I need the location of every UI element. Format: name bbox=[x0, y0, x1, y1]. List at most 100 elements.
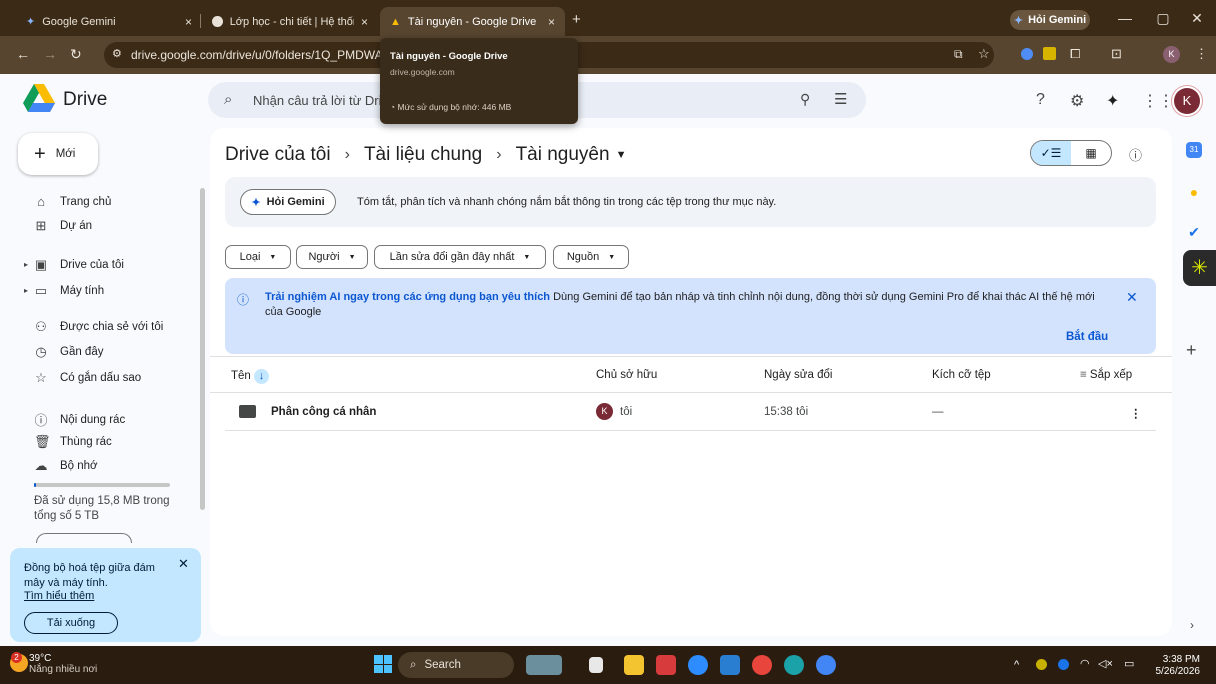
filter-type[interactable]: Loại ▼ bbox=[225, 245, 291, 269]
restore-button[interactable]: ▢ bbox=[1148, 8, 1178, 28]
tray-app-icon[interactable] bbox=[1036, 659, 1047, 670]
expand-arrow-icon[interactable]: ▸ bbox=[24, 286, 28, 295]
windows-start-icon[interactable] bbox=[374, 655, 392, 673]
sidebar-item-home[interactable]: ⌂ Trang chủ bbox=[34, 194, 111, 209]
close-icon[interactable]: × bbox=[185, 15, 192, 29]
sidebar-item-recent[interactable]: ◷ Gần đây bbox=[34, 344, 103, 360]
sidebar-item-starred[interactable]: ☆ Có gắn dấu sao bbox=[34, 370, 141, 386]
search-label: Search bbox=[424, 659, 461, 671]
tab-classroom[interactable]: Lớp học - chi tiết | Hệ thống d: × bbox=[202, 7, 378, 36]
file-name[interactable]: Phân công cá nhân bbox=[271, 406, 376, 418]
vscode-icon[interactable] bbox=[720, 655, 740, 675]
gemini-icon[interactable]: ✦ bbox=[1106, 91, 1119, 111]
get-started-button[interactable]: Bắt đầu bbox=[1066, 331, 1108, 343]
account-avatar[interactable]: K bbox=[1174, 88, 1200, 114]
grid-view-button[interactable]: ▦ bbox=[1071, 141, 1111, 165]
edge-icon[interactable] bbox=[784, 655, 804, 675]
close-window-button[interactable]: ✕ bbox=[1182, 8, 1212, 28]
column-modified[interactable]: Ngày sửa đổi bbox=[764, 369, 832, 381]
extension-icon[interactable] bbox=[1021, 48, 1033, 60]
task-view-icon[interactable] bbox=[589, 657, 603, 673]
tray-app-icon[interactable] bbox=[1058, 659, 1069, 670]
tab-gemini[interactable]: ✦ Google Gemini × bbox=[16, 7, 202, 36]
sidebar-scrollbar[interactable] bbox=[200, 188, 205, 510]
list-view-button[interactable]: ✓☰ bbox=[1031, 141, 1071, 165]
breadcrumb-shared-docs[interactable]: Tài liệu chung bbox=[364, 144, 482, 166]
column-name[interactable]: Tên ↓ bbox=[231, 369, 270, 384]
apps-grid-icon[interactable]: ⋮⋮ bbox=[1142, 91, 1174, 111]
download-button[interactable]: Tải xuống bbox=[24, 612, 118, 634]
sort-button[interactable]: ≡ Sắp xếp bbox=[1080, 369, 1132, 381]
wps-office-icon[interactable] bbox=[656, 655, 676, 675]
side-panel-icon[interactable]: ⊡ bbox=[1111, 46, 1122, 62]
expand-arrow-icon[interactable]: ▸ bbox=[24, 260, 28, 269]
close-icon[interactable]: ✕ bbox=[178, 556, 189, 572]
battery-icon[interactable]: ▭ bbox=[1124, 657, 1134, 670]
column-owner[interactable]: Chủ sở hữu bbox=[596, 369, 657, 381]
add-addon-plus-icon[interactable]: + bbox=[1186, 340, 1197, 361]
caret-down-icon[interactable]: ▼ bbox=[616, 149, 627, 161]
column-size[interactable]: Kích cỡ tệp bbox=[932, 369, 991, 381]
settings-gear-icon[interactable]: ⚙ bbox=[1070, 91, 1084, 111]
filter-modified[interactable]: Lần sửa đổi gần đây nhất ▼ bbox=[374, 245, 546, 269]
tasks-icon[interactable]: ✔ bbox=[1186, 224, 1202, 240]
file-explorer-icon[interactable] bbox=[624, 655, 644, 675]
reload-icon[interactable]: ↻ bbox=[70, 46, 82, 63]
site-settings-icon[interactable]: ⚙ bbox=[112, 47, 122, 60]
new-button[interactable]: + Mới bbox=[18, 133, 98, 175]
url-text[interactable]: drive.google.com/drive/u/0/folders/1Q_PM… bbox=[131, 48, 396, 62]
ai-search-icon[interactable]: ⌕ bbox=[224, 91, 232, 108]
close-icon[interactable]: ✕ bbox=[1126, 289, 1138, 306]
minimize-button[interactable]: — bbox=[1110, 8, 1140, 28]
profile-avatar[interactable]: K bbox=[1163, 46, 1180, 63]
filter-people[interactable]: Người ▼ bbox=[296, 245, 368, 269]
extensions-puzzle-icon[interactable]: ⧠ bbox=[1070, 46, 1080, 62]
search-filter-icon[interactable]: ⚲ bbox=[800, 91, 810, 108]
back-icon[interactable]: ← bbox=[16, 46, 30, 62]
chrome-profile-icon[interactable] bbox=[816, 655, 836, 675]
search-input[interactable]: Nhận câu trả lời từ Drive bbox=[253, 93, 395, 108]
info-icon[interactable]: ⓘ bbox=[1129, 145, 1142, 164]
bookmark-star-icon[interactable]: ☆ bbox=[978, 46, 990, 62]
calendar-icon[interactable]: 31 bbox=[1186, 142, 1202, 158]
tab-drive[interactable]: ▲ Tài nguyên - Google Drive × bbox=[380, 7, 565, 36]
new-tab-button[interactable]: + bbox=[572, 11, 581, 28]
ask-gemini-button[interactable]: ✦ Hỏi Gemini bbox=[240, 189, 336, 215]
search-options-icon[interactable]: ☰ bbox=[834, 90, 847, 108]
expand-panel-icon[interactable]: › bbox=[1190, 618, 1194, 632]
breadcrumb-my-drive[interactable]: Drive của tôi bbox=[225, 144, 331, 166]
ask-gemini-browser-button[interactable]: ✦ Hỏi Gemini bbox=[1010, 10, 1090, 30]
widgets-icon[interactable] bbox=[526, 655, 562, 675]
drive-logo[interactable] bbox=[23, 84, 55, 112]
extension-icon[interactable] bbox=[1043, 47, 1056, 60]
system-clock[interactable]: 3:38 PM 5/26/2026 bbox=[1150, 654, 1201, 678]
forward-icon[interactable]: → bbox=[43, 46, 57, 62]
taskbar-search[interactable]: ⌕ Search bbox=[398, 652, 514, 678]
close-icon[interactable]: × bbox=[361, 15, 368, 29]
sidebar-item-projects[interactable]: ⊞ Dự án bbox=[34, 218, 92, 234]
wifi-icon[interactable]: ◠ bbox=[1080, 657, 1090, 670]
chevron-up-icon[interactable]: ^ bbox=[1014, 659, 1019, 671]
zalo-icon[interactable] bbox=[688, 655, 708, 675]
filter-source[interactable]: Nguồn ▼ bbox=[553, 245, 629, 269]
volume-icon[interactable]: ◁× bbox=[1098, 657, 1113, 670]
chrome-icon[interactable] bbox=[752, 655, 772, 675]
keep-icon[interactable]: ● bbox=[1186, 184, 1202, 200]
more-menu-icon[interactable]: ⋮ bbox=[1195, 46, 1208, 62]
breadcrumb-current-folder[interactable]: Tài nguyên bbox=[516, 144, 610, 166]
learn-more-link[interactable]: Tìm hiểu thêm bbox=[24, 590, 94, 602]
more-actions-icon[interactable]: ⋮ bbox=[1130, 406, 1142, 420]
get-storage-button[interactable] bbox=[36, 533, 132, 543]
sidebar-item-shared[interactable]: ⚇ Được chia sẻ với tôi bbox=[34, 319, 163, 335]
weather-widget[interactable]: 39°C Nắng nhiều nơi bbox=[29, 653, 97, 675]
sidebar-item-storage[interactable]: ☁ Bộ nhớ bbox=[34, 458, 98, 474]
sort-arrow-down-icon[interactable]: ↓ bbox=[254, 369, 270, 384]
addon-icon[interactable]: ✳ bbox=[1183, 250, 1216, 286]
help-icon[interactable]: ? bbox=[1036, 91, 1045, 109]
sidebar-item-my-drive[interactable]: ▣ Drive của tôi bbox=[34, 257, 124, 273]
close-icon[interactable]: × bbox=[548, 15, 555, 29]
install-app-icon[interactable]: ⧉ bbox=[954, 47, 963, 62]
sidebar-item-trash[interactable]: 🗑 Thùng rác bbox=[34, 434, 112, 450]
sidebar-item-spam[interactable]: ⓘ Nội dung rác bbox=[34, 410, 125, 429]
sidebar-item-computers[interactable]: ▭ Máy tính bbox=[34, 283, 104, 299]
